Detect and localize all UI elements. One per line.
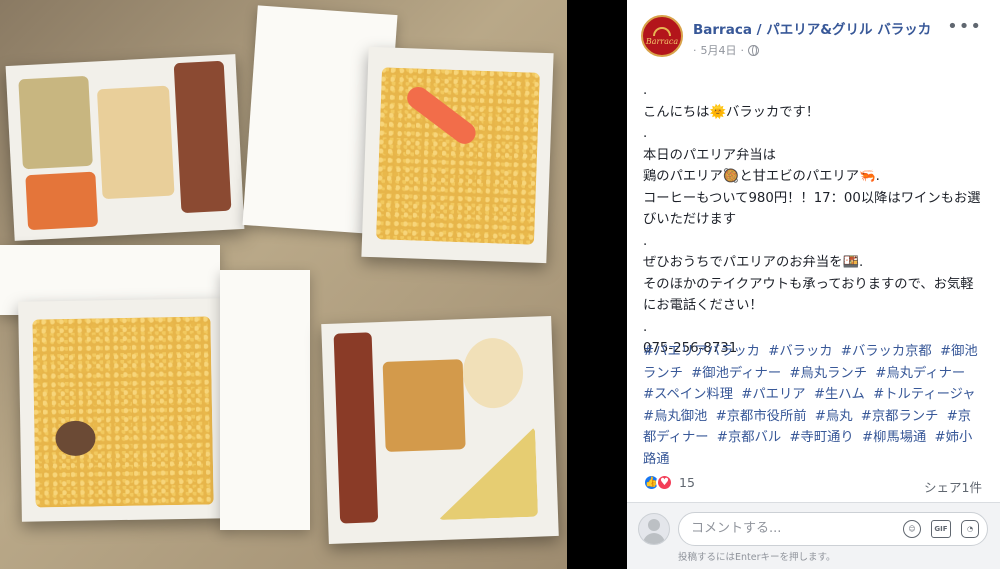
comment-hint: 投稿するにはEnterキーを押します。 <box>678 552 836 563</box>
date-separator-2: · <box>740 43 745 57</box>
date-separator: · <box>693 43 697 57</box>
hashtag-link[interactable]: #バラッカ京都 <box>841 344 932 359</box>
post-header: Barraca Barraca / パエリア&グリル バラッカ · 5月4日 ·… <box>627 0 1000 66</box>
sticker-icon[interactable]: ◔ <box>961 520 979 538</box>
bento-box-top-left <box>5 54 245 241</box>
body-line: . <box>643 233 648 249</box>
body-line: コーヒーもついて980円！！17：00以降はワインもお選びいただけます <box>643 190 981 228</box>
hashtag-link[interactable]: #パエリアバラッカ <box>643 344 760 359</box>
comment-input[interactable]: コメントする... ☺ GIF ◔ <box>678 512 988 546</box>
body-line: 本日のパエリア弁当は <box>643 147 776 163</box>
hashtag-link[interactable]: #京都バル <box>717 430 781 445</box>
post-panel: Barraca Barraca / パエリア&グリル バラッカ · 5月4日 ·… <box>627 0 1000 569</box>
share-count-link[interactable]: シェア1件 <box>924 477 982 496</box>
hashtag-link[interactable]: #御池ディナー <box>691 366 781 381</box>
hashtag-link[interactable]: #京都市役所前 <box>716 409 807 424</box>
hashtag-list: #パエリアバラッカ #バラッカ #バラッカ京都 #御池ランチ #御池ディナー #… <box>643 341 983 470</box>
love-reaction-icon: ♥ <box>656 474 673 491</box>
bento-box-bottom-right <box>321 316 559 544</box>
hashtag-link[interactable]: #バラッカ <box>768 344 832 359</box>
hashtag-link[interactable]: #烏丸御池 <box>643 409 707 424</box>
page-avatar[interactable]: Barraca <box>641 15 683 57</box>
box-lid-right <box>220 270 310 530</box>
crown-icon <box>653 26 671 36</box>
hashtag-link[interactable]: #トルティージャ <box>873 387 976 402</box>
body-line: 鶏のパエリア🥘と甘エビのパエリア🦐. <box>643 169 880 184</box>
comment-composer: コメントする... ☺ GIF ◔ 投稿するにはEnterキーを押します。 <box>627 503 1000 569</box>
bento-box-bottom-left <box>18 298 227 522</box>
post-meta: · 5月4日 · <box>693 42 759 58</box>
hashtag-link[interactable]: #烏丸ディナー <box>875 366 965 381</box>
body-line: ぜひおうちでパエリアのお弁当を🍱. <box>643 255 864 270</box>
globe-icon[interactable] <box>748 44 759 56</box>
reactions-summary[interactable]: 👍 ♥ 15 <box>643 474 695 491</box>
reaction-count: 15 <box>679 475 695 490</box>
body-line: . <box>643 126 648 141</box>
hashtag-link[interactable]: #烏丸ランチ <box>789 366 867 381</box>
more-options-icon[interactable]: ••• <box>947 18 982 36</box>
hashtag-link[interactable]: #寺町通り <box>789 430 853 445</box>
body-line: . <box>643 319 648 335</box>
body-line: . <box>643 83 648 98</box>
post-date[interactable]: 5月4日 <box>701 42 737 58</box>
post-photo[interactable] <box>0 0 567 569</box>
gif-icon[interactable]: GIF <box>931 520 951 538</box>
page-name-link[interactable]: Barraca / パエリア&グリル バラッカ <box>693 18 931 38</box>
bento-box-top-right <box>361 46 554 264</box>
hashtag-link[interactable]: #パエリア <box>741 387 805 402</box>
hashtag-link[interactable]: #生ハム <box>814 387 865 402</box>
body-line: そのほかのテイクアウトも承っておりますので、お気軽にお電話ください！ <box>643 276 974 314</box>
hashtag-link[interactable]: #スペイン料理 <box>643 387 733 402</box>
smile-icon[interactable]: ☺ <box>903 520 921 538</box>
hashtag-link[interactable]: #京都ランチ <box>861 409 939 424</box>
body-line: こんにちは🌞バラッカです！ <box>643 104 820 120</box>
user-avatar <box>638 513 670 545</box>
hashtag-link[interactable]: #烏丸 <box>815 409 853 424</box>
comment-tools: ☺ GIF ◔ <box>903 520 979 538</box>
post-body: . こんにちは🌞バラッカです！ . 本日のパエリア弁当は 鶏のパエリア🥘と甘エビ… <box>643 80 983 360</box>
avatar-logo-text: Barraca <box>645 36 679 46</box>
hashtag-link[interactable]: #柳馬場通 <box>862 430 926 445</box>
comment-placeholder: コメントする... <box>691 521 782 536</box>
